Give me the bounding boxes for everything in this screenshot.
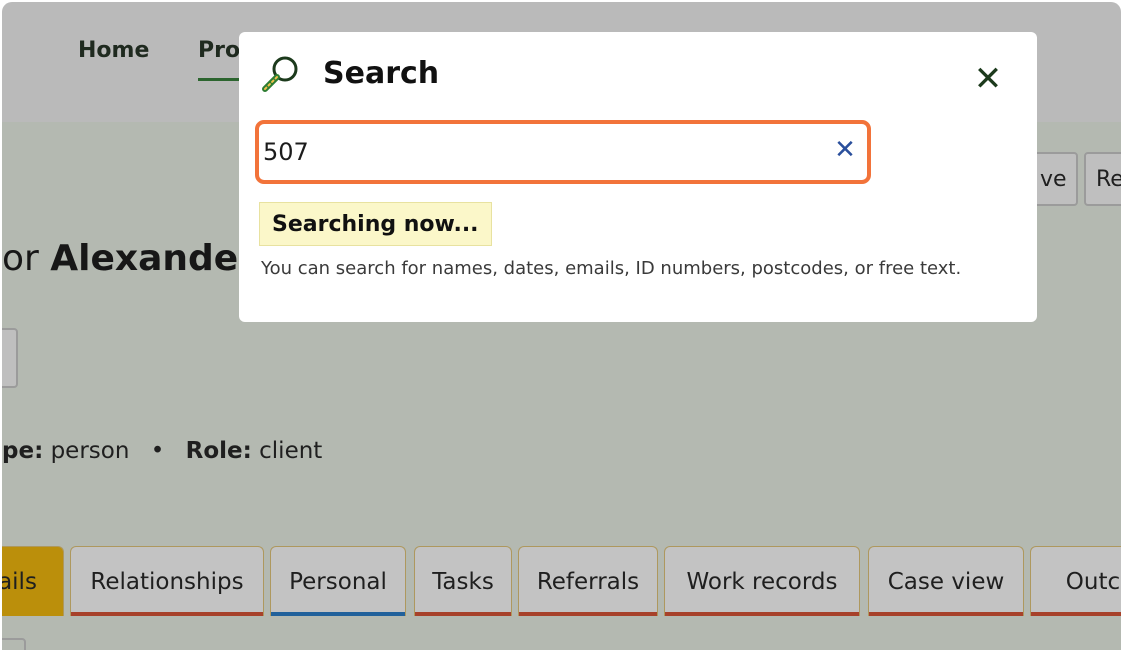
clear-icon[interactable]: ✕ <box>827 130 863 170</box>
dialog-title: Search <box>323 56 440 91</box>
search-input[interactable] <box>263 130 803 174</box>
search-dialog: Search ✕ ✕ Searching now... You can sear… <box>239 32 1037 322</box>
search-status-badge: Searching now... <box>259 202 492 246</box>
search-help-text: You can search for names, dates, emails,… <box>261 258 962 279</box>
close-icon[interactable]: ✕ <box>971 62 1005 96</box>
app-frame: Home Pro ve Re or Alexander pe: person •… <box>2 2 1121 650</box>
search-field: ✕ <box>255 120 871 184</box>
search-icon <box>259 52 303 96</box>
